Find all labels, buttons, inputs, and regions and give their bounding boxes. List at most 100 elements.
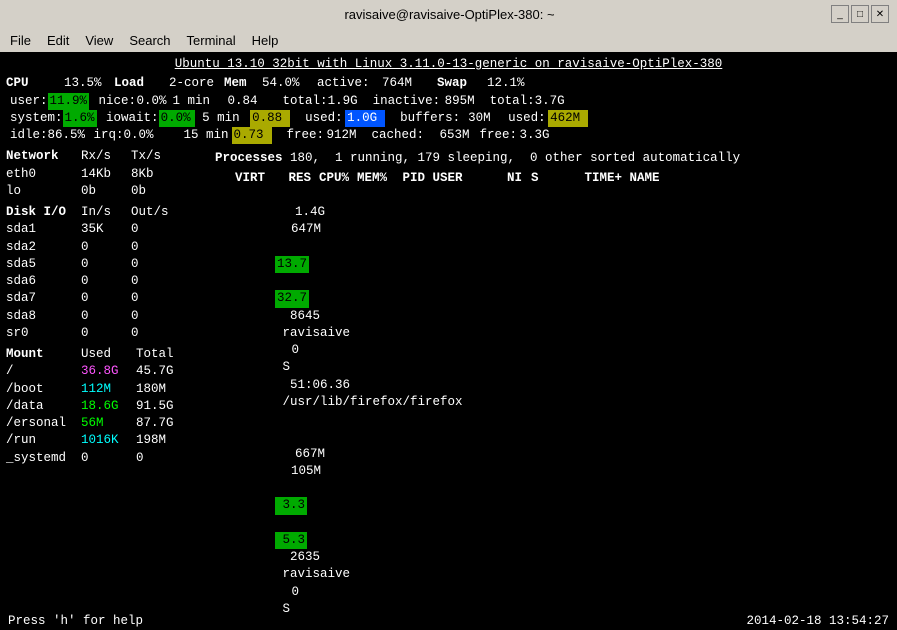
sda1-name: sda1	[6, 221, 81, 238]
sr0-name: sr0	[6, 325, 81, 342]
disk-sda8: sda8 0 0	[6, 308, 211, 325]
sda6-name: sda6	[6, 273, 81, 290]
sda5-out: 0	[131, 256, 139, 273]
sda7-name: sda7	[6, 290, 81, 307]
mount-run: /run 1016K 198M	[6, 432, 211, 449]
swap-label: Swap	[437, 75, 487, 92]
sda5-in: 0	[81, 256, 131, 273]
disk-sr0: sr0 0 0	[6, 325, 211, 342]
mount-data: /data 18.6G 91.5G	[6, 398, 211, 415]
subtitle: Ubuntu 13.10 32bit with Linux 3.11.0-13-…	[6, 56, 891, 73]
disk-label: Disk I/O	[6, 204, 81, 221]
nice-label: nice:	[97, 93, 137, 110]
network-header-row: Network Rx/s Tx/s	[6, 148, 211, 165]
middle-section: Network Rx/s Tx/s eth0 14Kb 8Kb lo 0b 0b…	[6, 148, 891, 630]
stats-row-1: CPU 13.5% Load 2-core Mem 54.0% active: …	[6, 75, 891, 92]
mount-run-used: 1016K	[81, 432, 136, 449]
swap-used-label: used:	[508, 110, 548, 127]
eth0-rx: 14Kb	[81, 166, 131, 183]
menu-edit[interactable]: Edit	[41, 31, 75, 50]
load-1min-label: 1 min	[173, 93, 228, 110]
lo-tx: 0b	[131, 183, 146, 200]
mount-boot-total: 180M	[136, 381, 166, 398]
swap-total-val: 3.7G	[535, 93, 565, 110]
sda5-name: sda5	[6, 256, 81, 273]
menu-bar: File Edit View Search Terminal Help	[0, 28, 897, 52]
menu-view[interactable]: View	[79, 31, 119, 50]
datetime: 2014-02-18 13:54:27	[746, 614, 889, 628]
cpu-total: 13.5%	[64, 75, 114, 92]
sda1-out: 0	[131, 221, 139, 238]
right-panel: Processes 180, 1 running, 179 sleeping, …	[211, 148, 891, 630]
mount-root-name: /	[6, 363, 81, 380]
window-controls[interactable]: _ □ ✕	[831, 5, 889, 23]
mount-personal-total: 87.7G	[136, 415, 174, 432]
nice-val: 0.0%	[137, 93, 173, 110]
mem-free-val: 912M	[327, 127, 372, 144]
mem-used-val: 1.0G	[345, 110, 385, 127]
idle-val: 86.5%	[48, 127, 92, 144]
network-eth0: eth0 14Kb 8Kb	[6, 166, 211, 183]
swap-free-label: free:	[480, 127, 520, 144]
network-label: Network	[6, 148, 81, 165]
outs-header: Out/s	[131, 204, 169, 221]
cpu-label: CPU	[6, 75, 64, 92]
active-label: active:	[317, 75, 382, 92]
mem-label: Mem	[224, 75, 262, 92]
sr0-in: 0	[81, 325, 131, 342]
mem-used-label: used:	[305, 110, 345, 127]
window-title: ravisaive@ravisaive-OptiPlex-380: ~	[68, 7, 831, 22]
sda8-name: sda8	[6, 308, 81, 325]
stats-row-2: user: 11.9% nice: 0.0% 1 min 0.84 total:…	[6, 93, 891, 110]
used-header: Used	[81, 346, 136, 363]
terminal-body: Ubuntu 13.10 32bit with Linux 3.11.0-13-…	[0, 52, 897, 630]
disk-sda5: sda5 0 0	[6, 256, 211, 273]
mount-personal: /ersonal 56M 87.7G	[6, 415, 211, 432]
mount-header-row: Mount Used Total	[6, 346, 211, 363]
mount-boot-name: /boot	[6, 381, 81, 398]
mount-systemd-total: 0	[136, 450, 144, 467]
sda6-out: 0	[131, 273, 139, 290]
close-button[interactable]: ✕	[871, 5, 889, 23]
mount-systemd: _systemd 0 0	[6, 450, 211, 467]
load-cores: 2-core	[169, 75, 224, 92]
sda1-in: 35K	[81, 221, 131, 238]
proc-row-2: 667M 105M 3.3 5.3 2635 ravisaive 0 S 57:…	[215, 428, 891, 630]
mount-root-total: 45.7G	[136, 363, 174, 380]
sda8-out: 0	[131, 308, 139, 325]
mem-free-label: free:	[287, 127, 327, 144]
disk-sda1: sda1 35K 0	[6, 221, 211, 238]
sda8-in: 0	[81, 308, 131, 325]
sda7-out: 0	[131, 290, 139, 307]
system-val: 1.6%	[63, 110, 97, 127]
menu-terminal[interactable]: Terminal	[181, 31, 242, 50]
mount-root-used: 36.8G	[81, 363, 136, 380]
proc-headers: VIRT RES CPU% MEM% PID USER NI S TIME+ N…	[215, 170, 891, 187]
menu-search[interactable]: Search	[123, 31, 176, 50]
stats-row-4: idle: 86.5% irq: 0.0% 15 min 0.73 free: …	[6, 127, 891, 144]
mount-boot-used: 112M	[81, 381, 136, 398]
menu-help[interactable]: Help	[246, 31, 285, 50]
mount-systemd-used: 0	[81, 450, 136, 467]
mount-root: / 36.8G 45.7G	[6, 363, 211, 380]
buffers-val: 30M	[468, 110, 508, 127]
sda2-name: sda2	[6, 239, 81, 256]
title-bar: ravisaive@ravisaive-OptiPlex-380: ~ _ □ …	[0, 0, 897, 28]
load-15min-label: 15 min	[184, 127, 232, 144]
inactive-label: inactive:	[373, 93, 445, 110]
mem-total-label: total:	[283, 93, 328, 110]
minimize-button[interactable]: _	[831, 5, 849, 23]
iowait-label: iowait:	[104, 110, 159, 127]
stats-row-3: system: 1.6% iowait: 0.0% 5 min 0.88 use…	[6, 110, 891, 127]
mount-data-used: 18.6G	[81, 398, 136, 415]
processes-summary: Processes 180, 1 running, 179 sleeping, …	[215, 150, 891, 167]
ins-header: In/s	[81, 204, 131, 221]
mount-personal-used: 56M	[81, 415, 136, 432]
swap-percent: 12.1%	[487, 75, 525, 92]
load-label: Load	[114, 75, 169, 92]
cached-label: cached:	[372, 127, 440, 144]
help-text: Press 'h' for help	[8, 614, 143, 628]
maximize-button[interactable]: □	[851, 5, 869, 23]
menu-file[interactable]: File	[4, 31, 37, 50]
swap-used-val: 462M	[548, 110, 588, 127]
